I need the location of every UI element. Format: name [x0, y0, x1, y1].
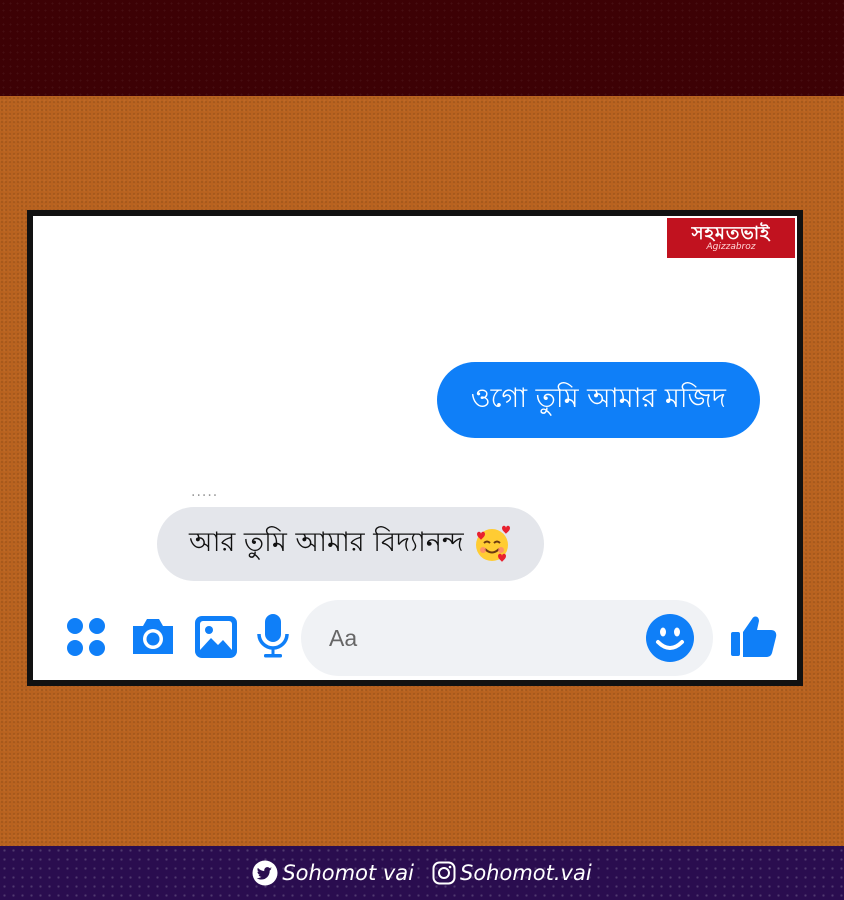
- typing-indicator: .....: [191, 484, 219, 500]
- received-message-bubble[interactable]: আর তুমি আমার বিদ্যানন্দ: [157, 507, 544, 581]
- gallery-icon[interactable]: [193, 614, 239, 664]
- footer-social-bar: Sohomot vai Sohomot.vai: [0, 846, 844, 900]
- twitter-handle: Sohomot vai: [282, 861, 414, 885]
- smiling-face-with-hearts-icon: [472, 524, 512, 564]
- watermark-logo: সহমতভাই Agizzabroz: [667, 218, 795, 258]
- sent-message-bubble[interactable]: ওগো তুমি আমার মজিদ: [436, 362, 760, 438]
- twitter-link[interactable]: Sohomot vai: [252, 860, 414, 886]
- chat-screen: সহমতভাই Agizzabroz ওগো তুমি আমার মজিদ ..…: [33, 216, 797, 680]
- message-input-container[interactable]: [301, 600, 713, 676]
- message-input[interactable]: [327, 623, 631, 653]
- instagram-icon: [432, 861, 456, 885]
- screenshot-frame: সহমতভাই Agizzabroz ওগো তুমি আমার মজিদ ..…: [27, 210, 803, 686]
- emoji-icon[interactable]: [645, 613, 695, 667]
- instagram-handle: Sohomot.vai: [460, 861, 592, 885]
- top-banner: [0, 0, 844, 96]
- like-icon[interactable]: [729, 610, 779, 664]
- message-composer: [33, 594, 797, 680]
- camera-icon[interactable]: [129, 614, 177, 662]
- menu-grid-icon[interactable]: [65, 616, 107, 662]
- microphone-icon[interactable]: [255, 612, 291, 664]
- twitter-icon: [252, 860, 278, 886]
- logo-text: সহমতভাই: [691, 222, 771, 244]
- instagram-link[interactable]: Sohomot.vai: [432, 861, 592, 885]
- sent-message-text: ওগো তুমি আমার মজিদ: [470, 382, 726, 414]
- received-message-text: আর তুমি আমার বিদ্যানন্দ: [189, 526, 464, 558]
- logo-subtext: Agizzabroz: [706, 241, 756, 252]
